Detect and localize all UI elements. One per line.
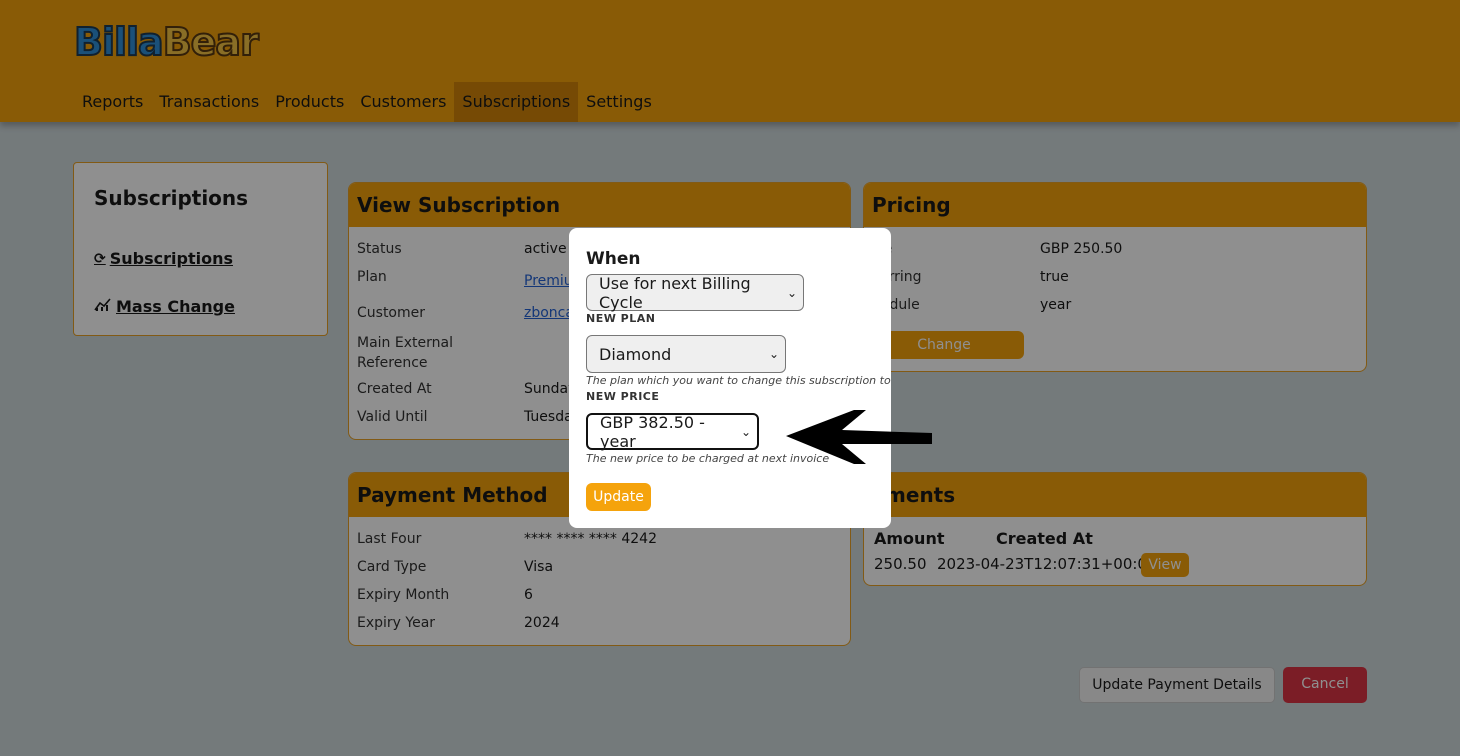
new-price-label: NEW PRICE	[586, 390, 660, 403]
new-plan-help: The plan which you want to change this s…	[586, 374, 891, 387]
new-price-select-value: GBP 382.50 - year	[600, 412, 705, 451]
new-plan-select-value: Diamond	[599, 344, 672, 364]
new-plan-select[interactable]: Diamond ⌄	[586, 335, 786, 373]
when-select-value: Use for next Billing Cycle	[599, 273, 751, 312]
when-select[interactable]: Use for next Billing Cycle ⌄	[586, 273, 804, 312]
when-label: When	[586, 249, 641, 269]
chevron-down-icon: ⌄	[768, 347, 779, 361]
chevron-down-icon: ⌄	[740, 424, 751, 439]
annotation-arrow-icon	[786, 410, 932, 464]
new-plan-label: NEW PLAN	[586, 312, 656, 325]
update-button[interactable]: Update	[586, 483, 651, 511]
change-plan-modal: When Use for next Billing Cycle ⌄ NEW PL…	[569, 228, 891, 528]
chevron-down-icon: ⌄	[786, 285, 797, 300]
new-price-select[interactable]: GBP 382.50 - year ⌄	[586, 412, 759, 451]
